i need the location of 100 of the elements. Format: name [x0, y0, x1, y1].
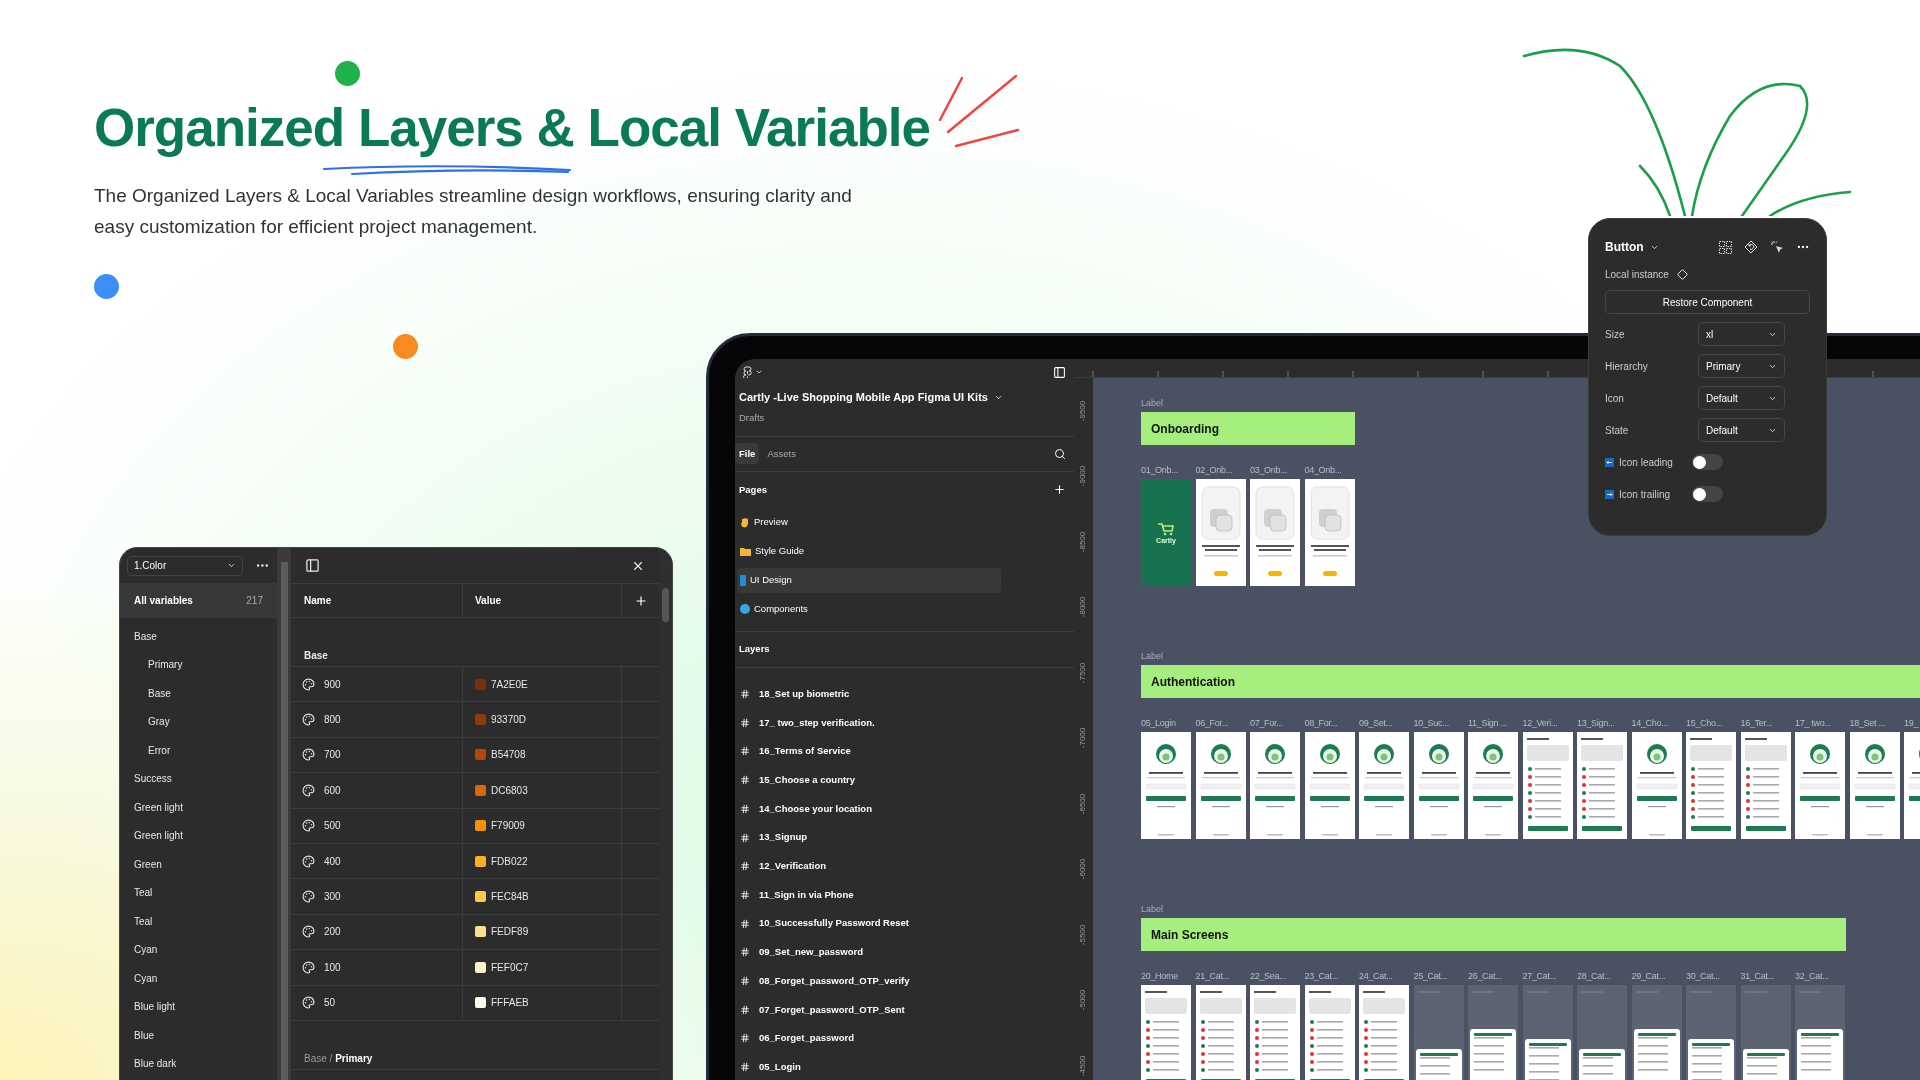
- layer-item[interactable]: 09_Set_new_password: [735, 937, 1074, 967]
- variable-name-cell[interactable]: 50: [291, 985, 463, 1020]
- variable-name-cell[interactable]: 100: [291, 950, 463, 985]
- frame-name: 24_Cat...: [1359, 971, 1394, 982]
- group-item[interactable]: Green light: [120, 793, 277, 822]
- frame-name: 10_Suc...: [1413, 718, 1450, 729]
- frame-icon: [740, 889, 750, 900]
- layer-item[interactable]: 13_Signup: [735, 823, 1074, 852]
- variable-count: 217: [246, 594, 263, 608]
- group-item[interactable]: Green: [120, 850, 277, 879]
- variable-value-cell[interactable]: F79009: [463, 808, 622, 843]
- component-grid-icon[interactable]: [1719, 240, 1732, 254]
- panel-tab[interactable]: File: [735, 443, 760, 465]
- scrollbar-thumb[interactable]: [280, 562, 288, 1080]
- section-banner: Main Screens: [1141, 918, 1846, 951]
- file-location: Drafts: [738, 410, 766, 425]
- variable-name-cell[interactable]: 600: [291, 773, 463, 808]
- variable-name-cell[interactable]: 200: [291, 914, 463, 950]
- ruler-label: -9000: [1077, 466, 1089, 487]
- group-item[interactable]: Blue: [120, 1021, 277, 1050]
- variable-value-cell[interactable]: 7A2E0E: [463, 667, 622, 702]
- layer-item[interactable]: 15_Choose a country: [735, 765, 1074, 795]
- toggle-switch[interactable]: [1692, 454, 1723, 470]
- group-item[interactable]: Green light: [120, 821, 277, 850]
- layers-heading: Layers: [739, 642, 770, 657]
- pages-heading: Pages: [739, 482, 767, 497]
- variable-value-cell[interactable]: B54708: [463, 737, 622, 773]
- variable-name-cell[interactable]: 700: [291, 737, 463, 773]
- palette-icon: [302, 783, 315, 797]
- property-select[interactable]: Primary: [1698, 354, 1785, 378]
- frame-name: 09_Set...: [1359, 718, 1394, 729]
- group-item[interactable]: Base: [120, 679, 277, 708]
- layer-item[interactable]: 10_Successfully Password Reset: [735, 909, 1074, 938]
- palette-icon: [302, 996, 315, 1010]
- frame-name: 16_Ter...: [1740, 718, 1774, 729]
- group-item[interactable]: Blue light: [120, 992, 277, 1021]
- palette-icon: [302, 819, 315, 833]
- layer-item[interactable]: 08_Forget_password_OTP_verify: [735, 966, 1074, 996]
- layer-item[interactable]: 12_Verification: [735, 851, 1074, 881]
- add-icon[interactable]: [1053, 483, 1066, 497]
- page-item[interactable]: Preview: [737, 509, 1001, 535]
- variable-value-cell[interactable]: 93370D: [463, 702, 622, 737]
- ruler-label: -8000: [1077, 597, 1089, 618]
- group-item[interactable]: Error: [120, 736, 277, 765]
- pointer-sparkle-icon[interactable]: [1770, 240, 1784, 254]
- frame-name: 20_Home: [1141, 971, 1179, 982]
- layer-item[interactable]: 14_Choose your location: [735, 794, 1074, 824]
- collection-dropdown[interactable]: 1.Color: [127, 555, 244, 576]
- cart-icon: [1158, 521, 1174, 536]
- variable-value-cell[interactable]: DC6803: [463, 773, 622, 808]
- variable-name-cell[interactable]: 400: [291, 843, 463, 879]
- property-select[interactable]: Default: [1698, 418, 1785, 442]
- variable-value-cell[interactable]: FEF0C7: [463, 950, 622, 985]
- variable-value-cell[interactable]: FFFAEB: [463, 985, 622, 1020]
- scrollbar-thumb[interactable]: [662, 588, 669, 622]
- property-label: Hierarchy: [1605, 359, 1648, 374]
- frame-name: 02_Onb...: [1195, 465, 1234, 476]
- property-select[interactable]: Default: [1698, 386, 1785, 410]
- group-item[interactable]: Teal: [120, 878, 277, 907]
- layer-item[interactable]: 17_ two_step verification.: [735, 708, 1074, 738]
- variable-value-cell[interactable]: FEC84B: [463, 879, 622, 914]
- layer-item[interactable]: 11_Sign in via Phone: [735, 880, 1074, 910]
- layer-item[interactable]: 06_Forget_password: [735, 1024, 1074, 1053]
- panel-tab[interactable]: Assets: [763, 443, 800, 465]
- restore-component-button[interactable]: Restore Component: [1605, 290, 1810, 314]
- page-item[interactable]: Components: [737, 596, 1001, 622]
- group-item[interactable]: Teal: [120, 907, 277, 936]
- add-icon[interactable]: [633, 593, 648, 608]
- property-select[interactable]: xl: [1698, 322, 1785, 346]
- group-item[interactable]: Cyan: [120, 964, 277, 993]
- group-item[interactable]: Primary: [120, 650, 277, 679]
- property-label: Icon leading: [1619, 455, 1673, 470]
- caret-icon[interactable]: [755, 368, 763, 376]
- variable-name-cell[interactable]: 900: [291, 667, 463, 702]
- group-item[interactable]: Blue dark: [120, 1049, 277, 1078]
- variable-name-cell[interactable]: 800: [291, 702, 463, 737]
- variable-value-cell[interactable]: FDB022: [463, 843, 622, 879]
- variable-value-cell[interactable]: FEDF89: [463, 914, 622, 950]
- globe-icon: [740, 604, 750, 615]
- layer-item[interactable]: 18_Set up biometric: [735, 679, 1074, 709]
- all-variables-row[interactable]: All variables 217: [120, 583, 277, 618]
- section-banner: Onboarding: [1141, 412, 1355, 445]
- frame-name: 07_For...: [1250, 718, 1284, 729]
- layer-item[interactable]: 05_Login: [735, 1052, 1074, 1080]
- reset-icon[interactable]: [1744, 240, 1758, 254]
- variable-name-cell[interactable]: 500: [291, 808, 463, 843]
- group-item[interactable]: Cyan: [120, 935, 277, 964]
- group-item[interactable]: Success: [120, 764, 277, 793]
- page-item[interactable]: Style Guide: [737, 538, 1001, 564]
- group-item[interactable]: Base: [120, 622, 277, 651]
- variable-name-cell[interactable]: 300: [291, 879, 463, 914]
- panel-toggle-icon[interactable]: [305, 558, 320, 573]
- group-item[interactable]: Gray: [120, 707, 277, 736]
- ruler-label: -6500: [1077, 793, 1089, 814]
- property-label: Size: [1605, 327, 1625, 342]
- page-item[interactable]: UI Design: [737, 567, 1001, 593]
- toggle-switch[interactable]: [1692, 486, 1723, 502]
- layer-item[interactable]: 16_Terms of Service: [735, 737, 1074, 766]
- layer-item[interactable]: 07_Forget_password_OTP_Sent: [735, 995, 1074, 1024]
- search-icon[interactable]: [1054, 447, 1066, 460]
